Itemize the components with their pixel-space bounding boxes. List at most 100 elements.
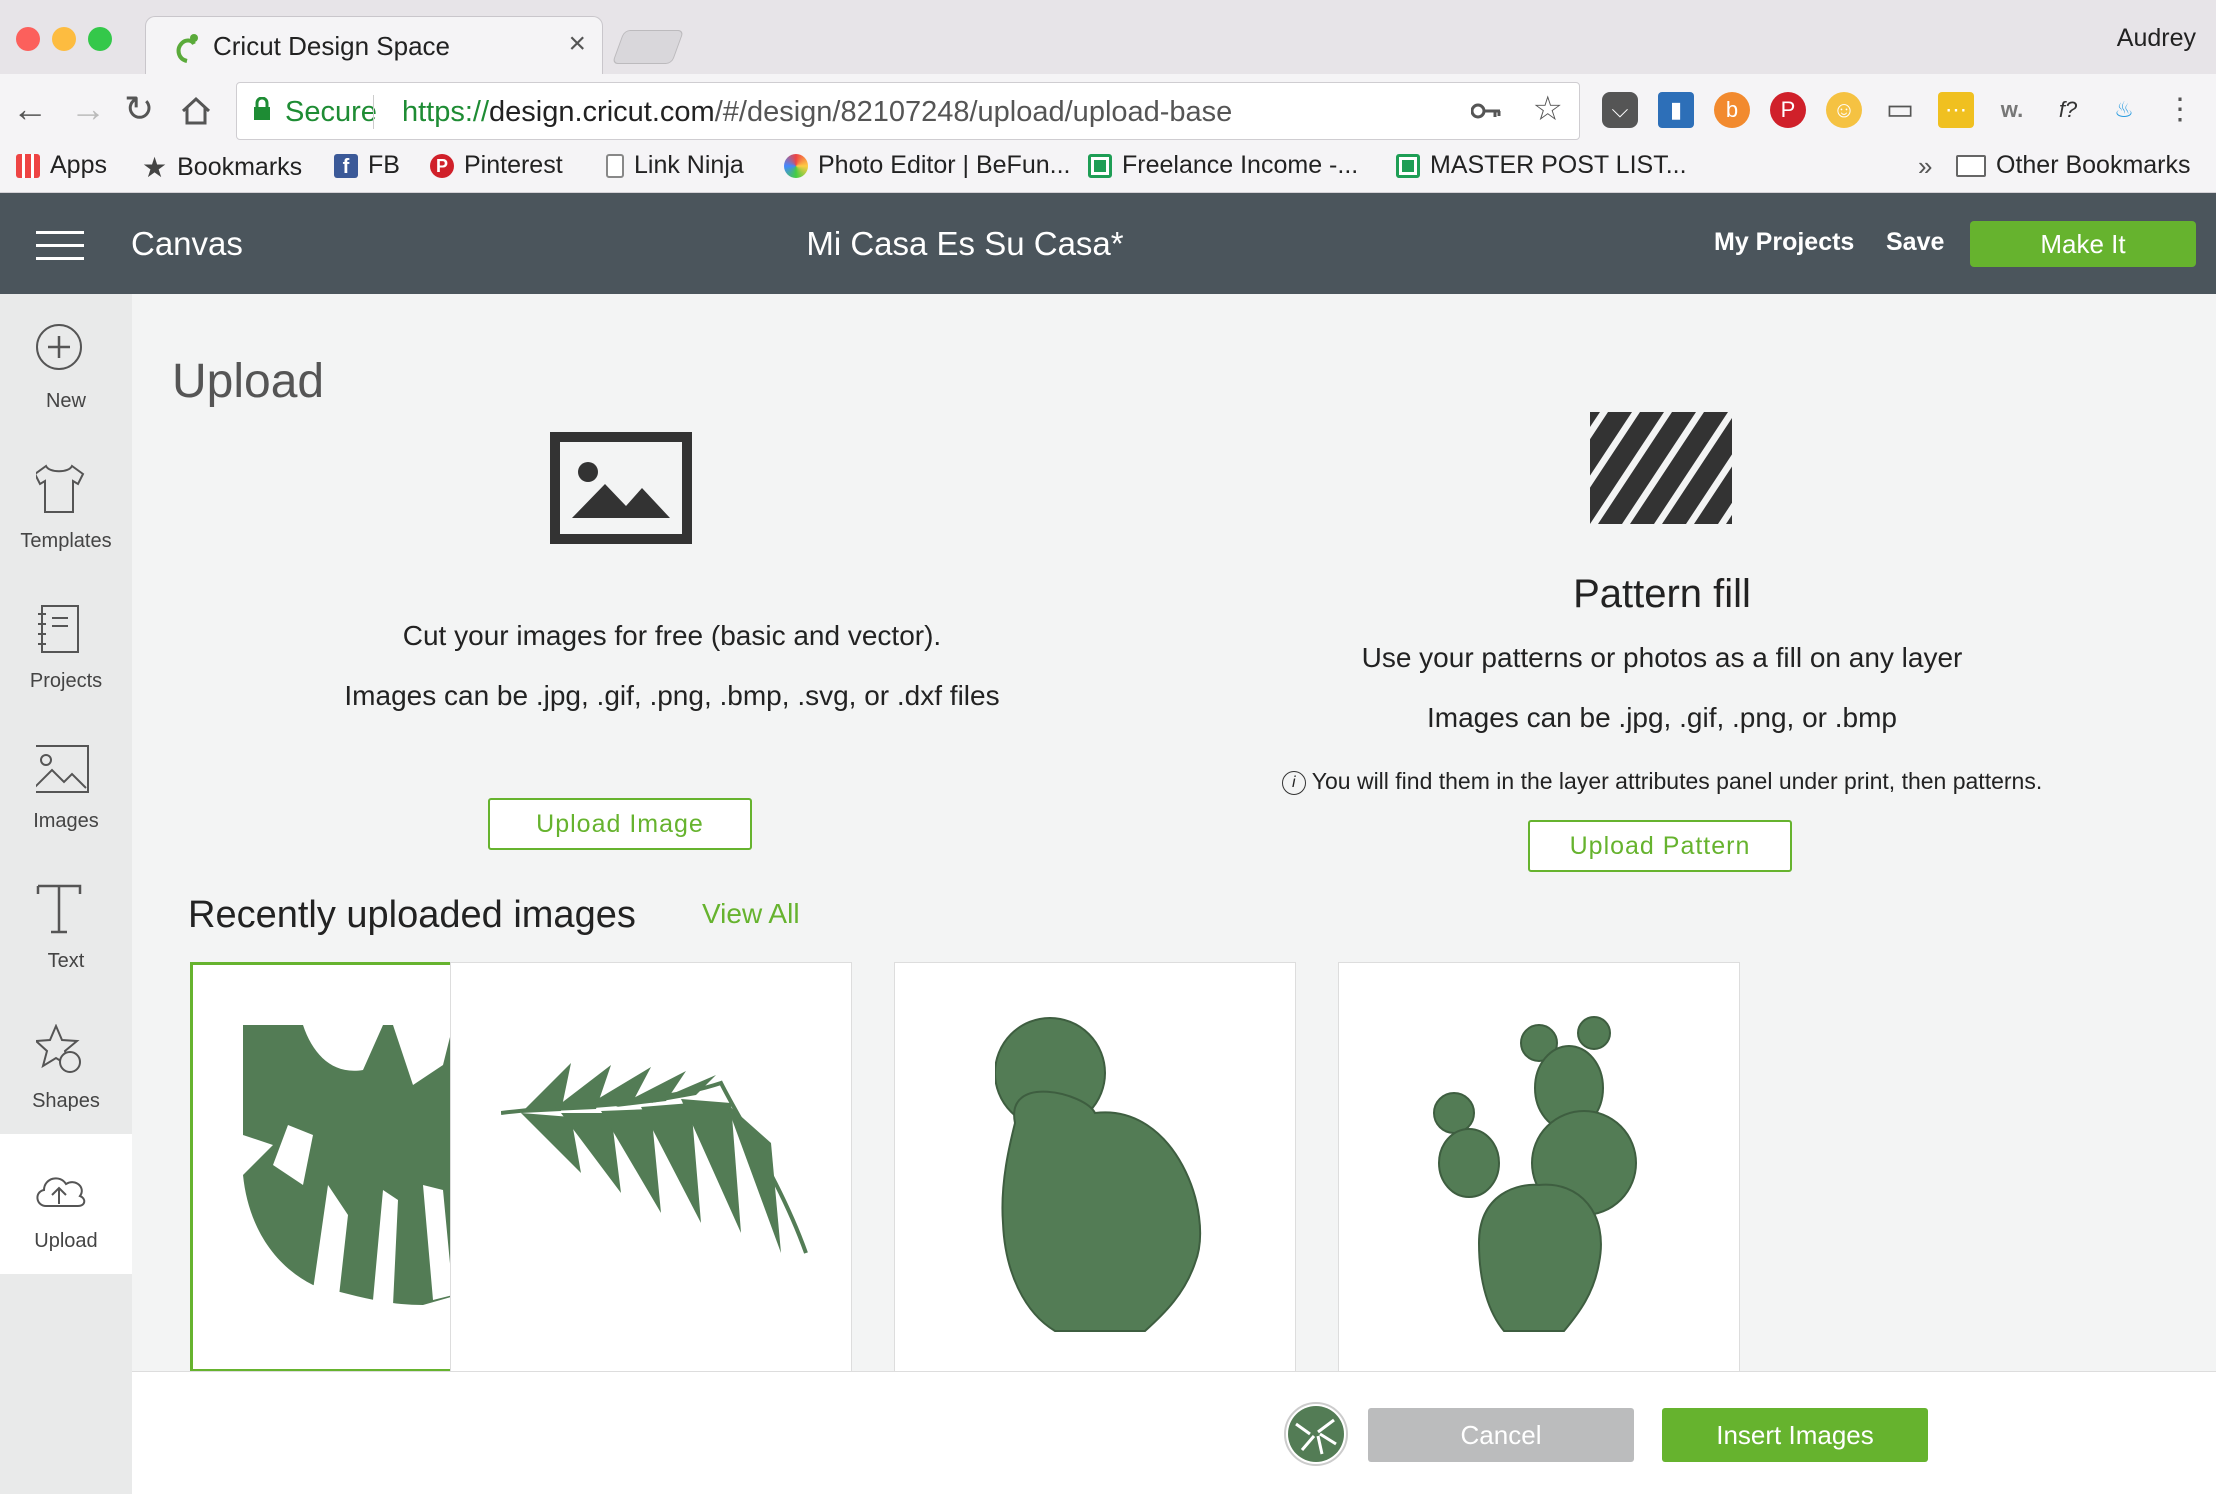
cancel-button[interactable]: Cancel: [1368, 1408, 1634, 1462]
bookmark-label: Pinterest: [464, 151, 563, 179]
new-tab-button[interactable]: [611, 30, 685, 64]
upload-pattern-button[interactable]: Upload Pattern: [1528, 820, 1792, 872]
folder-icon: [1956, 154, 1986, 177]
sidebar-item-templates[interactable]: Templates: [0, 434, 132, 574]
app-header: Canvas Mi Casa Es Su Casa* My Projects S…: [0, 193, 2216, 294]
left-sidebar: New Templates Projects Images Text Shape…: [0, 294, 132, 1494]
apps-grid-icon: [16, 153, 40, 178]
pocket-extension-icon[interactable]: ⌵: [1602, 92, 1638, 128]
bookmark-label: MASTER POST LIST...: [1430, 151, 1687, 179]
flame-extension-icon[interactable]: ♨: [2106, 92, 2142, 128]
page-title: Upload: [172, 355, 325, 408]
pattern-description: Use your patterns or photos as a fill on…: [1361, 642, 1963, 673]
befunky-icon: [784, 153, 808, 178]
save-button[interactable]: Save: [1886, 228, 1944, 257]
recent-image-card-prickly-pear-cactus[interactable]: [1338, 962, 1740, 1372]
sidebar-item-images[interactable]: Images: [0, 714, 132, 854]
tab-close-icon[interactable]: ×: [568, 27, 586, 61]
star-icon: ★: [142, 152, 168, 183]
bookmark-fb[interactable]: f FB: [334, 151, 400, 180]
wordpress-extension-icon[interactable]: w.: [1994, 92, 2030, 128]
sidebar-item-label: New: [45, 390, 86, 412]
emoji-extension-icon[interactable]: ☺: [1826, 92, 1862, 128]
image-upload-description: Cut your images for free (basic and vect…: [402, 620, 942, 651]
url-text[interactable]: https://design.cricut.com/#/design/82107…: [402, 96, 1232, 129]
facebook-icon: f: [334, 153, 358, 178]
bookmarks-bar: Apps ★ Bookmarks f FB P Pinterest Link N…: [0, 149, 2216, 193]
recent-image-card-round-cactus[interactable]: [894, 962, 1296, 1372]
selected-image-thumbnail: [1284, 1402, 1348, 1466]
bookmark-label: Freelance Income -...: [1122, 151, 1359, 179]
bookmark-other-bookmarks[interactable]: Other Bookmarks: [1956, 151, 2191, 180]
url-host: design.cricut.com: [489, 96, 715, 128]
tab-title: Cricut Design Space: [213, 31, 450, 61]
bookmark-label: Link Ninja: [634, 151, 744, 179]
pinterest-extension-icon[interactable]: P: [1770, 92, 1806, 128]
bookmark-label: Photo Editor | BeFun...: [818, 151, 1071, 179]
insert-images-button[interactable]: Insert Images: [1662, 1408, 1928, 1462]
bookmark-freelance-income[interactable]: Freelance Income -...: [1088, 151, 1358, 180]
plus-circle-icon: [36, 324, 82, 370]
bookmark-master-post-list[interactable]: MASTER POST LIST...: [1396, 151, 1687, 180]
minimize-window-button[interactable]: [52, 27, 76, 51]
maximize-window-button[interactable]: [88, 27, 112, 51]
pattern-file-types: Images can be .jpg, .gif, .png, or .bmp: [1426, 702, 1898, 733]
sidebar-item-projects[interactable]: Projects: [0, 574, 132, 714]
upload-panel: Upload Cut your images for free (basic a…: [132, 294, 2216, 1372]
upload-image-button[interactable]: Upload Image: [488, 798, 752, 850]
sidebar-item-label: Images: [33, 810, 99, 832]
pinterest-icon: P: [430, 153, 454, 178]
key-icon[interactable]: [1471, 101, 1501, 121]
bookmark-star-icon[interactable]: ☆: [1533, 89, 1563, 129]
info-icon: i: [1281, 770, 1306, 795]
cast-icon[interactable]: ▭: [1882, 92, 1918, 128]
image-icon: [36, 745, 89, 793]
url-path: /#/design/82107248/upload/upload-base: [714, 96, 1233, 128]
recent-image-card-palm-frond[interactable]: [450, 962, 852, 1372]
analytics-extension-icon[interactable]: ▮: [1658, 92, 1694, 128]
bloglovin-extension-icon[interactable]: b: [1714, 92, 1750, 128]
chrome-menu-icon[interactable]: ⋮: [2162, 92, 2198, 128]
dots-extension-icon[interactable]: ⋯: [1938, 92, 1974, 128]
make-it-button[interactable]: Make It: [1970, 221, 2196, 267]
more-bookmarks-chevron[interactable]: »: [1918, 151, 1932, 182]
bookmark-label: FB: [368, 151, 400, 179]
browser-tab[interactable]: Cricut Design Space ×: [145, 16, 603, 76]
address-separator: [373, 95, 374, 129]
sidebar-item-label: Projects: [29, 670, 103, 692]
bookmark-pinterest[interactable]: P Pinterest: [430, 151, 563, 180]
cricut-favicon-icon: [176, 34, 198, 63]
secure-label: Secure: [285, 96, 377, 128]
bookmark-label: Apps: [50, 151, 107, 179]
bookmark-photo-editor[interactable]: Photo Editor | BeFun...: [784, 151, 1070, 180]
sidebar-item-shapes[interactable]: Shapes: [0, 994, 132, 1134]
view-all-link[interactable]: View All: [702, 898, 800, 930]
forward-icon[interactable]: →: [70, 88, 106, 130]
font-extension-icon[interactable]: f?: [2050, 92, 2086, 128]
prickly-pear-cactus-image: [1433, 1016, 1637, 1332]
my-projects-link[interactable]: My Projects: [1714, 228, 1854, 257]
cloud-upload-icon: [36, 1177, 86, 1207]
pattern-info-text: You will find them in the layer attribut…: [1311, 768, 2043, 794]
bookmark-bookmarks[interactable]: ★ Bookmarks: [142, 151, 302, 184]
pattern-fill-title: Pattern fill: [1573, 572, 1751, 616]
back-icon[interactable]: ←: [12, 88, 48, 130]
sidebar-item-new[interactable]: New: [0, 294, 132, 434]
bookmark-apps[interactable]: Apps: [16, 151, 107, 180]
sidebar-item-text[interactable]: Text: [0, 854, 132, 994]
reload-icon[interactable]: ↻: [124, 88, 154, 130]
sidebar-item-upload[interactable]: Upload: [0, 1134, 132, 1274]
address-bar[interactable]: Secure https://design.cricut.com/#/desig…: [236, 82, 1580, 140]
page-icon: [606, 153, 624, 178]
pattern-fill-icon: [1590, 412, 1732, 524]
home-icon[interactable]: [180, 96, 212, 126]
close-window-button[interactable]: [16, 27, 40, 51]
sheets-icon: [1088, 153, 1112, 178]
project-title: Mi Casa Es Su Casa*: [806, 225, 1124, 262]
bookmark-link-ninja[interactable]: Link Ninja: [606, 151, 744, 180]
text-icon: [36, 884, 82, 934]
image-upload-icon: [550, 432, 692, 544]
browser-profile-name[interactable]: Audrey: [2117, 24, 2196, 53]
pattern-info-note: i You will find them in the layer attrib…: [1262, 768, 2062, 795]
sidebar-item-label: Text: [47, 950, 85, 972]
